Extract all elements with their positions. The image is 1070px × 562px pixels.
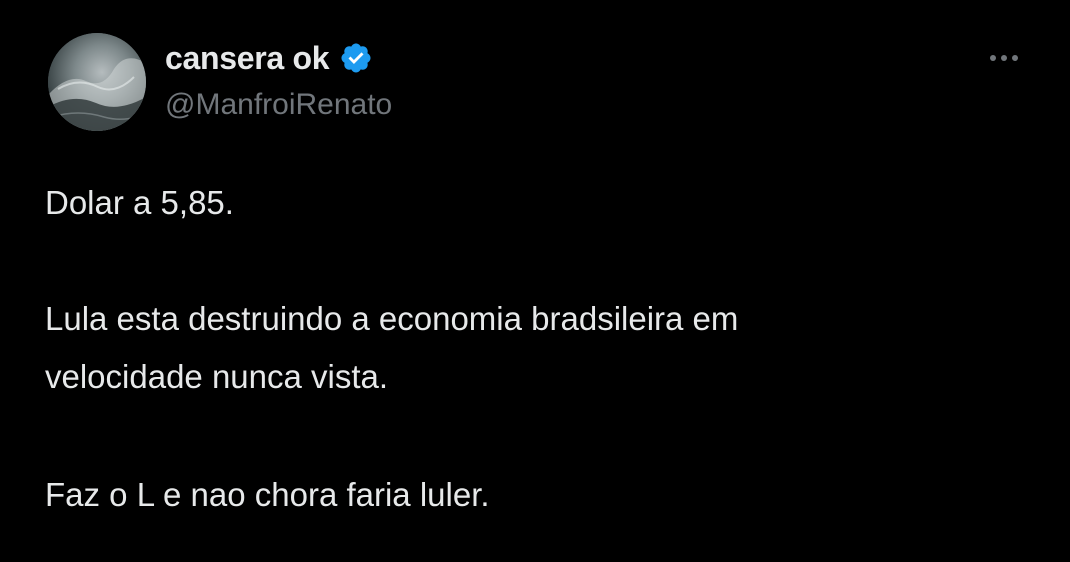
author-name-row: cansera ok bbox=[165, 36, 373, 80]
tweet-card: cansera ok @ManfroiRenato Dolar a 5,85. … bbox=[0, 0, 1070, 562]
verified-badge-icon[interactable] bbox=[339, 41, 373, 75]
tweet-text-line: Dolar a 5,85. bbox=[45, 184, 234, 221]
avatar[interactable] bbox=[48, 33, 146, 131]
avatar-image bbox=[48, 33, 146, 131]
tweet-text-line: velocidade nunca vista. bbox=[45, 358, 389, 395]
author-handle[interactable]: @ManfroiRenato bbox=[165, 88, 392, 122]
tweet-text-line: Faz o L e nao chora faria luler. bbox=[45, 476, 490, 513]
display-name[interactable]: cansera ok bbox=[165, 40, 330, 77]
tweet-text-line: Lula esta destruindo a economia bradsile… bbox=[45, 300, 739, 337]
more-horizontal-icon[interactable] bbox=[984, 44, 1024, 72]
